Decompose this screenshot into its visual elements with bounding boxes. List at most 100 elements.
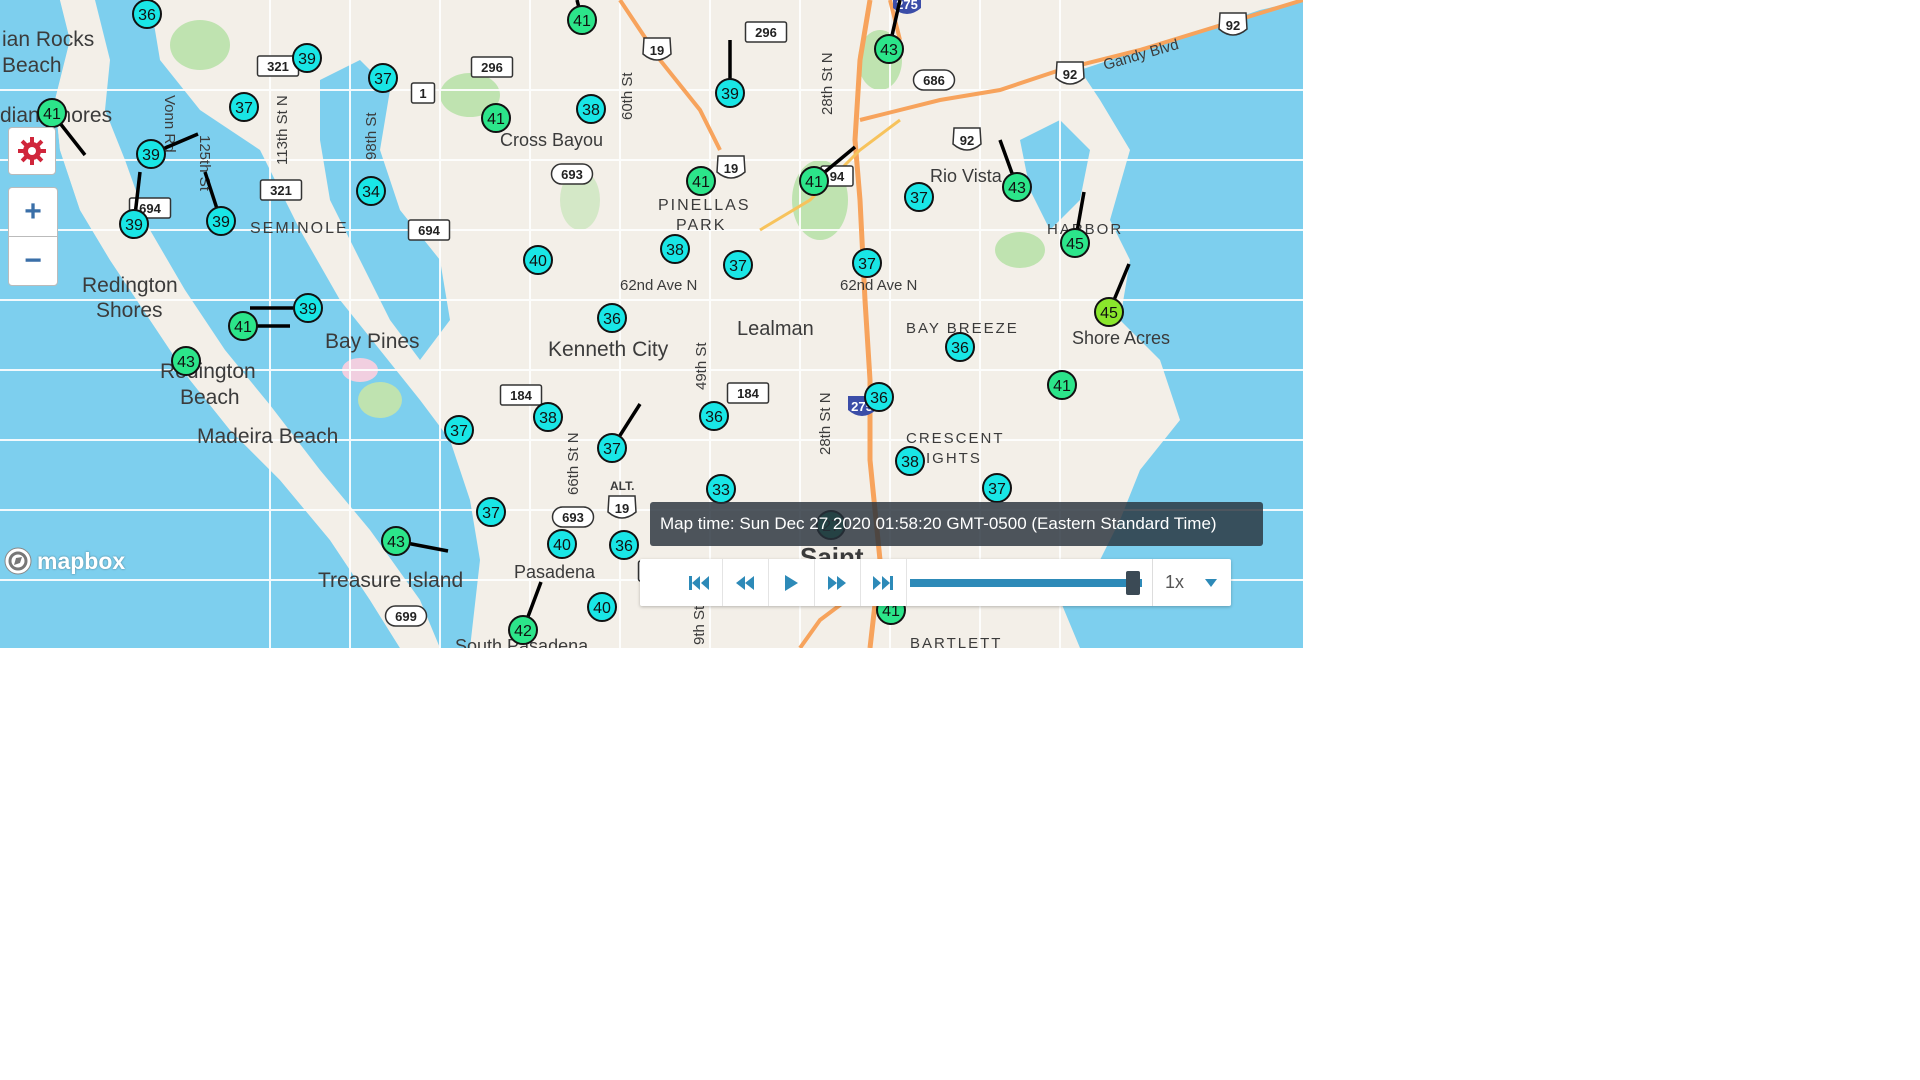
zoom-out-button[interactable]: − bbox=[8, 236, 58, 286]
weather-station-marker[interactable]: 36 bbox=[609, 530, 639, 560]
weather-station-marker[interactable]: 37 bbox=[723, 250, 753, 280]
speed-select[interactable]: 1x bbox=[1152, 559, 1231, 606]
weather-station-marker[interactable]: 43 bbox=[171, 346, 201, 376]
skip-to-end-icon bbox=[873, 575, 893, 590]
weather-station-marker[interactable]: 37 bbox=[476, 497, 506, 527]
weather-station-marker[interactable]: 39 bbox=[250, 293, 323, 323]
weather-station-marker[interactable]: 39 bbox=[715, 40, 745, 108]
station-value: 36 bbox=[615, 538, 633, 555]
play-button[interactable] bbox=[768, 559, 815, 606]
station-value: 33 bbox=[712, 482, 730, 499]
weather-station-marker[interactable]: 39 bbox=[203, 171, 236, 236]
weather-station-marker[interactable]: 43 bbox=[998, 139, 1032, 202]
skip-to-end-button[interactable] bbox=[860, 559, 907, 606]
station-value: 36 bbox=[603, 311, 621, 328]
speed-value: 1x bbox=[1165, 572, 1185, 592]
weather-station-marker[interactable]: 37 bbox=[852, 248, 882, 278]
weather-station-marker[interactable]: 41 bbox=[481, 103, 511, 133]
station-value: 37 bbox=[988, 481, 1006, 498]
station-value: 45 bbox=[1066, 236, 1084, 253]
weather-station-marker[interactable]: 39 bbox=[292, 43, 322, 73]
skip-to-start-icon bbox=[689, 575, 709, 590]
zoom-in-button[interactable]: + bbox=[8, 187, 58, 237]
weather-station-marker[interactable]: 39 bbox=[136, 132, 199, 169]
weather-station-marker[interactable]: 37 bbox=[368, 63, 398, 93]
weather-station-marker[interactable]: 36 bbox=[132, 0, 162, 29]
weather-station-marker[interactable]: 41 bbox=[228, 311, 290, 341]
time-slider-handle[interactable] bbox=[1125, 571, 1140, 595]
station-value: 39 bbox=[142, 147, 160, 164]
mapbox-logo[interactable]: mapbox bbox=[3, 546, 125, 576]
weather-station-marker[interactable]: 45 bbox=[1060, 191, 1090, 258]
weather-station-marker[interactable]: 41 bbox=[567, 0, 597, 35]
weather-station-marker[interactable]: 36 bbox=[699, 401, 729, 431]
station-value: 36 bbox=[705, 409, 723, 426]
weather-station-marker[interactable]: 33 bbox=[706, 474, 736, 504]
mapbox-logo-text: mapbox bbox=[37, 547, 126, 574]
station-value: 37 bbox=[374, 71, 392, 88]
weather-station-marker[interactable]: 40 bbox=[587, 592, 617, 622]
station-value: 43 bbox=[880, 42, 898, 59]
station-value: 37 bbox=[450, 423, 468, 440]
station-value: 41 bbox=[43, 106, 61, 123]
station-value: 41 bbox=[692, 174, 710, 191]
weather-station-marker[interactable]: 43 bbox=[381, 526, 449, 556]
time-player[interactable]: 1x bbox=[640, 559, 1231, 606]
weather-station-marker[interactable]: 40 bbox=[523, 245, 553, 275]
station-value: 37 bbox=[603, 441, 621, 458]
weather-stations[interactable]: 36 39 37 41 38 39 43 41 37 39 41 34 41 41 37 43 39 39 45 40… bbox=[0, 0, 1303, 648]
settings-button[interactable] bbox=[8, 127, 56, 175]
play-icon bbox=[785, 574, 798, 591]
weather-station-marker[interactable]: 34 bbox=[356, 176, 386, 206]
weather-station-marker[interactable]: 38 bbox=[895, 446, 925, 476]
weather-station-marker[interactable]: 40 bbox=[547, 529, 577, 559]
weather-station-marker[interactable]: 45 bbox=[1094, 263, 1131, 327]
station-value: 41 bbox=[1053, 378, 1071, 395]
station-value: 40 bbox=[529, 253, 547, 270]
station-value: 39 bbox=[298, 51, 316, 68]
station-value: 37 bbox=[482, 505, 500, 522]
station-value: 41 bbox=[487, 111, 505, 128]
station-value: 36 bbox=[138, 7, 156, 24]
station-value: 36 bbox=[870, 390, 888, 407]
station-value: 37 bbox=[910, 190, 928, 207]
weather-station-marker[interactable]: 36 bbox=[864, 382, 894, 412]
station-value: 37 bbox=[858, 256, 876, 273]
gear-icon bbox=[18, 137, 46, 165]
station-value: 38 bbox=[901, 454, 919, 471]
weather-station-marker[interactable]: 37 bbox=[597, 403, 642, 463]
weather-station-marker[interactable]: 42 bbox=[508, 581, 543, 645]
weather-station-marker[interactable]: 43 bbox=[874, 0, 904, 64]
station-value: 45 bbox=[1100, 305, 1118, 322]
weather-station-marker[interactable]: 38 bbox=[660, 234, 690, 264]
fast-forward-icon bbox=[828, 575, 846, 590]
weather-station-marker[interactable]: 41 bbox=[1047, 370, 1077, 400]
weather-station-marker[interactable]: 36 bbox=[597, 303, 627, 333]
step-forward-button[interactable] bbox=[814, 559, 861, 606]
weather-station-marker[interactable]: 37 bbox=[229, 92, 259, 122]
step-backward-button[interactable] bbox=[722, 559, 769, 606]
weather-station-marker[interactable]: 37 bbox=[904, 182, 934, 212]
weather-station-marker[interactable]: 37 bbox=[444, 415, 474, 445]
map-canvas[interactable]: ian Rocks Beach dian Shores Cross Bayou … bbox=[0, 0, 1303, 648]
weather-station-marker[interactable]: 39 bbox=[119, 171, 149, 239]
station-value: 42 bbox=[514, 623, 532, 640]
weather-station-marker[interactable]: 37 bbox=[982, 473, 1012, 503]
weather-station-marker[interactable]: 36 bbox=[945, 332, 975, 362]
station-value: 43 bbox=[1008, 180, 1026, 197]
rewind-icon bbox=[736, 575, 754, 590]
station-value: 38 bbox=[666, 242, 684, 259]
weather-station-marker[interactable]: 38 bbox=[533, 402, 563, 432]
weather-station-marker[interactable]: 41 bbox=[799, 145, 857, 196]
mapbox-logo-icon bbox=[4, 547, 32, 575]
station-value: 40 bbox=[593, 600, 611, 617]
weather-station-marker[interactable]: 41 bbox=[686, 166, 716, 196]
station-value: 36 bbox=[951, 340, 969, 357]
station-value: 41 bbox=[234, 319, 252, 336]
station-value: 43 bbox=[177, 354, 195, 371]
map-time-tooltip: Map time: Sun Dec 27 2020 01:58:20 GMT-0… bbox=[650, 502, 1263, 546]
station-value: 39 bbox=[212, 214, 230, 231]
skip-to-start-button[interactable] bbox=[676, 559, 723, 606]
weather-station-marker[interactable]: 38 bbox=[576, 94, 606, 124]
time-slider[interactable] bbox=[910, 571, 1142, 595]
